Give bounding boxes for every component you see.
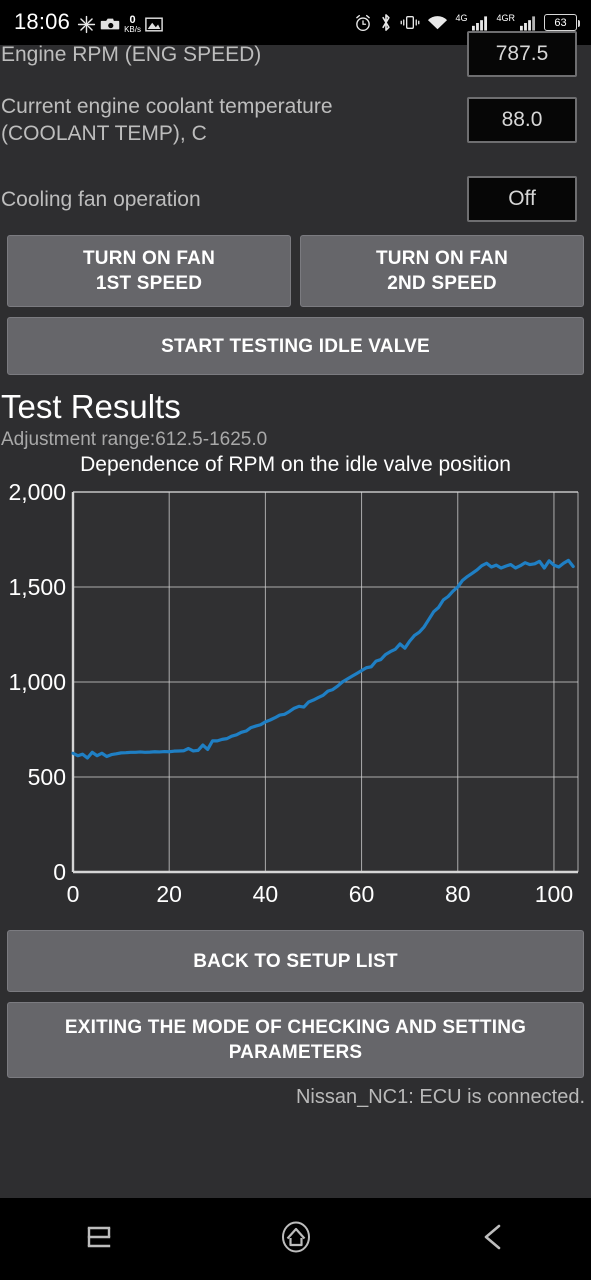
back-icon [476,1220,510,1259]
signal-bars-2-icon [520,15,537,31]
vibrate-icon [400,14,420,31]
home-icon [276,1217,316,1262]
test-results-title: Test Results [1,388,181,425]
param-value-cooling-fan: Off [467,176,577,222]
camera-icon [100,16,120,32]
param-row-engine-rpm: Engine RPM (ENG SPEED) 787.5 [0,31,591,77]
home-button[interactable] [256,1198,336,1280]
param-value-engine-rpm: 787.5 [467,31,577,77]
chart-canvas: 0 500 1,000 1,500 2,000 0 20 40 60 80 100 [8,479,579,907]
svg-text:1,500: 1,500 [8,574,66,600]
wifi-icon [427,15,448,31]
system-navigation-bar [0,1198,591,1280]
start-testing-idle-valve-button[interactable]: START TESTING IDLE VALVE [7,317,584,375]
fan-buttons-row: TURN ON FAN 1ST SPEED TURN ON FAN 2ND SP… [0,235,591,307]
recents-button[interactable] [59,1198,139,1280]
svg-text:20: 20 [156,881,182,907]
main-content: Engine RPM (ENG SPEED) 787.5 Current eng… [0,31,591,1109]
signal-bars-icon [472,15,489,31]
svg-text:60: 60 [349,881,375,907]
turn-on-fan-2nd-speed-button[interactable]: TURN ON FAN 2ND SPEED [300,235,584,307]
param-value-coolant-temp: 88.0 [467,97,577,143]
adjustment-range-label: Adjustment range:612.5-1625.0 [1,429,268,450]
svg-text:0: 0 [53,859,66,885]
fan2-label: TURN ON FAN 2ND SPEED [376,246,508,296]
exit-line1: EXITING THE MODE OF CHECKING AND SETTING [64,1017,527,1038]
status-clock: 18:06 [14,8,71,34]
param-label-coolant-temp: Current engine coolant temperature (COOL… [1,95,333,145]
svg-text:1,000: 1,000 [8,669,66,695]
bluetooth-icon [379,13,393,32]
param-label-cooling-fan: Cooling fan operation [1,187,201,211]
svg-text:40: 40 [253,881,279,907]
back-button[interactable] [453,1198,533,1280]
exit-checking-mode-button[interactable]: EXITING THE MODE OF CHECKING AND SETTING… [7,1002,584,1078]
back-to-setup-list-button[interactable]: BACK TO SETUP LIST [7,930,584,992]
svg-text:2,000: 2,000 [8,479,66,505]
fan2-line1: TURN ON FAN [375,248,509,269]
param-label-engine-rpm: Engine RPM (ENG SPEED) [1,42,262,66]
mobile-network-label-2: 4GR [496,12,515,23]
fan2-line2: 2ND SPEED [387,273,497,294]
app-root: 18:06 0 KB/s 4G 4GR 63 Engine RPM (ENG S… [0,0,591,1280]
image-icon [145,16,163,32]
fan1-label: TURN ON FAN 1ST SPEED [83,246,215,296]
turn-on-fan-1st-speed-button[interactable]: TURN ON FAN 1ST SPEED [7,235,291,307]
svg-text:80: 80 [445,881,471,907]
status-bar-right: 4G 4GR 63 [354,12,580,32]
battery-icon: 63 [544,14,580,31]
alarm-icon [354,14,372,32]
rpm-chart: Dependence of RPM on the idle valve posi… [0,452,591,922]
param-row-cooling-fan: Cooling fan operation Off [0,163,591,235]
battery-percent: 63 [554,16,567,29]
fan1-line2: 1ST SPEED [95,273,203,294]
exit-label: EXITING THE MODE OF CHECKING AND SETTING… [65,1015,526,1065]
mobile-network-label-1: 4G [455,12,468,23]
param-row-coolant-temp: Current engine coolant temperature (COOL… [0,77,591,163]
svg-text:0: 0 [67,881,80,907]
recents-icon [82,1220,116,1259]
svg-text:100: 100 [535,881,573,907]
exit-line2: PARAMETERS [228,1042,363,1063]
ecu-status-text: Nissan_NC1: ECU is connected. [295,1086,585,1108]
svg-text:500: 500 [28,764,66,790]
fan1-line1: TURN ON FAN [82,248,216,269]
